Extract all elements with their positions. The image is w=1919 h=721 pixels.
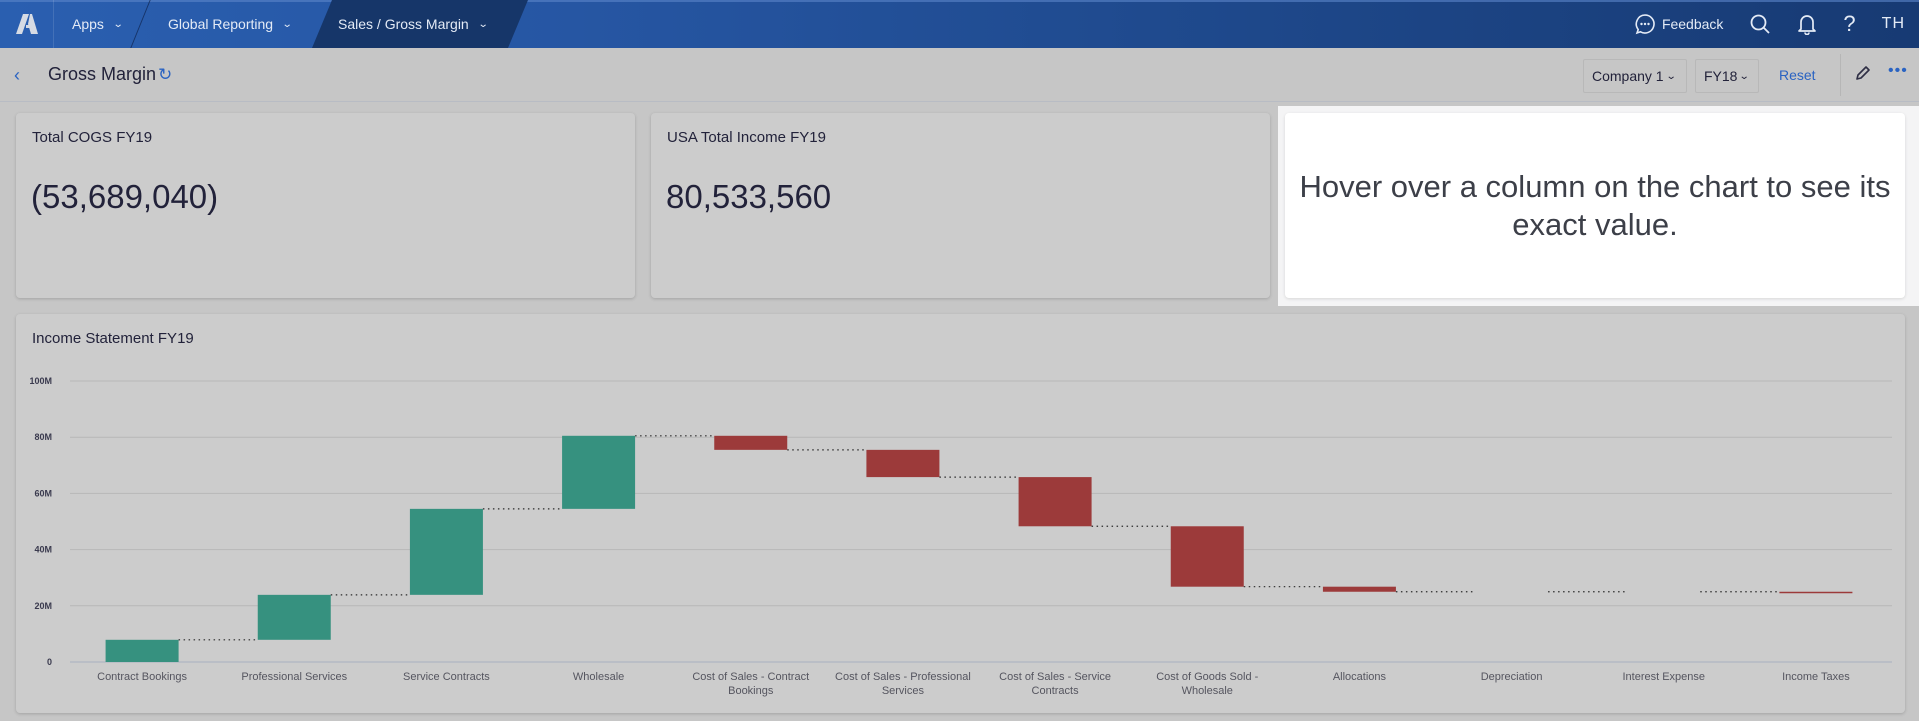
nav-sales-gross-margin-label: Sales / Gross Margin bbox=[338, 16, 469, 32]
y-tick-label: 100M bbox=[29, 376, 52, 386]
waterfall-bar[interactable] bbox=[562, 435, 636, 509]
back-chevron-icon[interactable]: ‹ bbox=[14, 65, 20, 86]
kpi-label: Total COGS FY19 bbox=[32, 129, 153, 146]
x-category-label: Depreciation bbox=[1481, 671, 1543, 683]
kpi-card-total-cogs: Total COGS FY19 (53,689,040) bbox=[16, 113, 635, 298]
header-divider bbox=[1840, 54, 1841, 96]
x-category-label: Income Taxes bbox=[1782, 671, 1850, 683]
bell-icon bbox=[1798, 15, 1817, 35]
waterfall-bar[interactable] bbox=[257, 594, 331, 640]
page-title: Gross Margin bbox=[48, 64, 157, 84]
search-icon bbox=[1751, 14, 1771, 34]
x-category-label: Cost of Sales - Professional bbox=[835, 671, 971, 683]
notifications-button[interactable] bbox=[1797, 13, 1817, 35]
pencil-icon bbox=[1856, 66, 1870, 80]
y-tick-label: 40M bbox=[34, 545, 52, 555]
waterfall-bar[interactable] bbox=[1170, 526, 1244, 587]
chevron-down-icon: ⌄ bbox=[1665, 70, 1677, 82]
chevron-down-icon: ⌄ bbox=[477, 18, 489, 30]
edit-pencil-icon[interactable] bbox=[1854, 64, 1872, 87]
x-category-label: Contracts bbox=[1032, 685, 1080, 697]
x-category-label: Cost of Sales - Service bbox=[999, 671, 1111, 683]
nav-global-reporting-label: Global Reporting bbox=[168, 16, 274, 32]
feedback-icon bbox=[1635, 14, 1655, 35]
y-tick-label: 0 bbox=[47, 657, 52, 667]
nav-sales-gross-margin[interactable]: Sales / Gross Margin ⌄ bbox=[338, 0, 489, 48]
feedback-button[interactable]: Feedback bbox=[1634, 13, 1723, 35]
chevron-down-icon: ⌄ bbox=[1739, 70, 1751, 82]
nav-global-reporting[interactable]: Global Reporting ⌄ bbox=[168, 0, 293, 48]
x-category-label: Cost of Goods Sold - bbox=[1156, 671, 1258, 683]
waterfall-bar[interactable] bbox=[866, 449, 940, 478]
income-statement-chart-card: Income Statement FY19 0 20M 40M 60M 80M 100M C… bbox=[16, 314, 1905, 713]
help-icon: ? bbox=[1843, 11, 1856, 36]
waterfall-bar[interactable] bbox=[409, 508, 483, 595]
top-nav: Apps ⌄ Global Reporting ⌄ Sales / Gross … bbox=[0, 0, 1919, 48]
reset-button[interactable]: Reset bbox=[1779, 67, 1816, 83]
refresh-icon[interactable]: ↻ bbox=[158, 65, 172, 85]
kpi-card-total-income: USA Total Income FY19 80,533,560 bbox=[651, 113, 1270, 298]
nav-divider bbox=[130, 0, 151, 48]
x-category-label: Contract Bookings bbox=[97, 671, 187, 683]
kpi-value: (53,689,040) bbox=[31, 178, 219, 215]
kpi-value: 80,533,560 bbox=[666, 178, 832, 215]
x-category-label: Professional Services bbox=[241, 671, 347, 683]
x-category-label: Allocations bbox=[1333, 671, 1387, 683]
year-select-value: FY18 bbox=[1704, 68, 1738, 84]
y-tick-label: 80M bbox=[34, 432, 52, 442]
year-select[interactable]: FY18 ⌄ bbox=[1695, 59, 1759, 93]
avatar-initials: TH bbox=[1881, 15, 1905, 32]
user-avatar[interactable]: TH bbox=[1882, 15, 1905, 33]
anaplan-logo[interactable] bbox=[0, 0, 54, 48]
waterfall-bar[interactable] bbox=[714, 435, 788, 450]
x-category-label: Cost of Sales - Contract bbox=[692, 671, 809, 683]
y-tick-label: 20M bbox=[34, 601, 52, 611]
nav-apps-label: Apps bbox=[72, 16, 104, 32]
logo-icon bbox=[15, 14, 38, 34]
x-category-label: Service Contracts bbox=[403, 671, 490, 683]
nav-right-tools: Feedback ? TH bbox=[1634, 0, 1919, 48]
chevron-down-icon: ⌄ bbox=[112, 18, 124, 30]
page-header: ‹ Gross Margin ↻ Company 1 ⌄ FY18 ⌄ Rese… bbox=[0, 48, 1919, 102]
x-category-label: Wholesale bbox=[1182, 685, 1233, 697]
search-button[interactable] bbox=[1749, 13, 1771, 35]
waterfall-bar[interactable] bbox=[105, 639, 179, 662]
waterfall-bar[interactable] bbox=[1018, 477, 1092, 527]
kpi-label: USA Total Income FY19 bbox=[667, 129, 826, 146]
x-category-label: Wholesale bbox=[573, 671, 624, 683]
waterfall-bar[interactable] bbox=[1322, 586, 1396, 592]
company-select[interactable]: Company 1 ⌄ bbox=[1583, 59, 1687, 93]
x-category-label: Bookings bbox=[728, 685, 774, 697]
feedback-label: Feedback bbox=[1661, 16, 1724, 32]
nav-apps-menu[interactable]: Apps ⌄ bbox=[72, 0, 124, 48]
hover-hint-text: Hover over a column on the chart to see … bbox=[1299, 168, 1891, 242]
waterfall-bar[interactable] bbox=[1779, 591, 1853, 594]
hover-hint-card: Hover over a column on the chart to see … bbox=[1285, 113, 1905, 298]
x-category-label: Interest Expense bbox=[1622, 671, 1705, 683]
company-select-value: Company 1 bbox=[1592, 68, 1664, 84]
waterfall-chart: 0 20M 40M 60M 80M 100M Contract Bookings Profes… bbox=[29, 376, 1892, 697]
chevron-down-icon: ⌄ bbox=[281, 18, 293, 30]
more-options-icon[interactable]: ••• bbox=[1888, 62, 1908, 80]
help-button[interactable]: ? bbox=[1843, 11, 1855, 37]
y-tick-label: 60M bbox=[34, 488, 52, 498]
x-category-label: Services bbox=[882, 685, 925, 697]
